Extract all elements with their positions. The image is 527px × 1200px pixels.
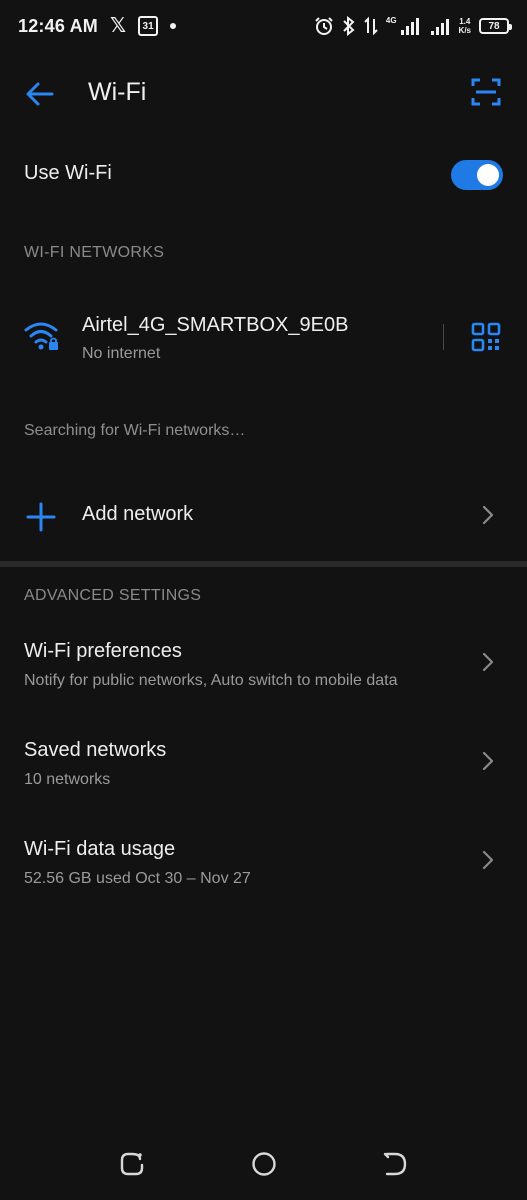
notification-dot-icon <box>170 23 177 29</box>
qr-code-icon <box>471 322 501 352</box>
bluetooth-icon <box>342 16 356 36</box>
chevron-right-icon <box>480 652 496 672</box>
scan-qr-button[interactable] <box>470 76 502 108</box>
alarm-icon <box>314 16 334 36</box>
scan-frame-icon <box>471 78 501 106</box>
app-bar: Wi-Fi <box>0 62 527 124</box>
chevron-right-icon <box>480 751 496 771</box>
network-speed-unit: K/s <box>458 26 471 35</box>
setting-subtitle: 10 networks <box>24 771 111 788</box>
setting-subtitle: 52.56 GB used Oct 30 – Nov 27 <box>24 870 251 887</box>
network-item[interactable]: Airtel_4G_SMARTBOX_9E0B No internet <box>0 300 527 376</box>
network-generation-label: 4G <box>385 15 397 25</box>
home-icon <box>252 1152 276 1176</box>
data-transfer-icon <box>364 16 378 36</box>
setting-title: Saved networks <box>24 739 167 761</box>
use-wifi-label: Use Wi-Fi <box>24 162 112 184</box>
network-name: Airtel_4G_SMARTBOX_9E0B <box>82 314 349 336</box>
status-time: 12:46 AM <box>18 15 98 36</box>
network-status: No internet <box>82 345 161 362</box>
wifi-settings-screen: 12:46 AM 𝕏 31 4G 1.4 K/s 78 Wi-Fi Use Wi… <box>0 0 527 1200</box>
wifi-data-usage-item[interactable]: Wi-Fi data usage 52.56 GB used Oct 30 – … <box>0 838 527 918</box>
use-wifi-toggle[interactable] <box>451 160 503 190</box>
signal-strength-icon <box>400 17 423 35</box>
recents-button[interactable] <box>118 1150 146 1178</box>
wifi-preferences-item[interactable]: Wi-Fi preferences Notify for public netw… <box>0 640 527 720</box>
setting-subtitle: Notify for public networks, Auto switch … <box>24 672 398 689</box>
add-network-label: Add network <box>82 503 194 525</box>
use-wifi-row[interactable]: Use Wi-Fi <box>0 150 527 200</box>
home-button[interactable] <box>250 1150 278 1178</box>
network-speed-value: 1.4 <box>459 17 471 26</box>
back-nav-icon <box>383 1152 407 1176</box>
wifi-networks-header: WI-FI NETWORKS <box>24 244 165 261</box>
add-network-row[interactable]: Add network <box>0 480 527 550</box>
recents-icon <box>120 1152 144 1176</box>
section-divider <box>0 561 527 567</box>
battery-icon: 78 <box>479 18 512 34</box>
chevron-right-icon <box>480 505 496 525</box>
page-title: Wi-Fi <box>88 78 147 106</box>
back-button[interactable] <box>22 76 58 112</box>
back-nav-button[interactable] <box>381 1150 409 1178</box>
network-speed: 1.4 K/s <box>459 17 471 35</box>
share-qr-button[interactable] <box>471 322 501 352</box>
toggle-knob <box>477 164 499 186</box>
plus-icon <box>26 502 56 532</box>
x-app-icon: 𝕏 <box>109 15 127 37</box>
navigation-bar <box>0 1140 527 1190</box>
searching-status: Searching for Wi-Fi networks… <box>24 422 246 439</box>
calendar-icon: 31 <box>138 16 159 36</box>
arrow-left-icon <box>26 82 54 106</box>
chevron-right-icon <box>480 850 496 870</box>
wifi-lock-icon <box>24 320 60 352</box>
advanced-settings-header: ADVANCED SETTINGS <box>24 587 202 604</box>
setting-title: Wi-Fi data usage <box>24 838 176 860</box>
battery-level: 78 <box>488 20 500 32</box>
signal-strength-2-icon <box>430 17 451 35</box>
network-divider <box>443 324 444 350</box>
status-bar: 12:46 AM 𝕏 31 4G 1.4 K/s 78 <box>0 0 527 52</box>
setting-title: Wi-Fi preferences <box>24 640 182 662</box>
saved-networks-item[interactable]: Saved networks 10 networks <box>0 739 527 819</box>
